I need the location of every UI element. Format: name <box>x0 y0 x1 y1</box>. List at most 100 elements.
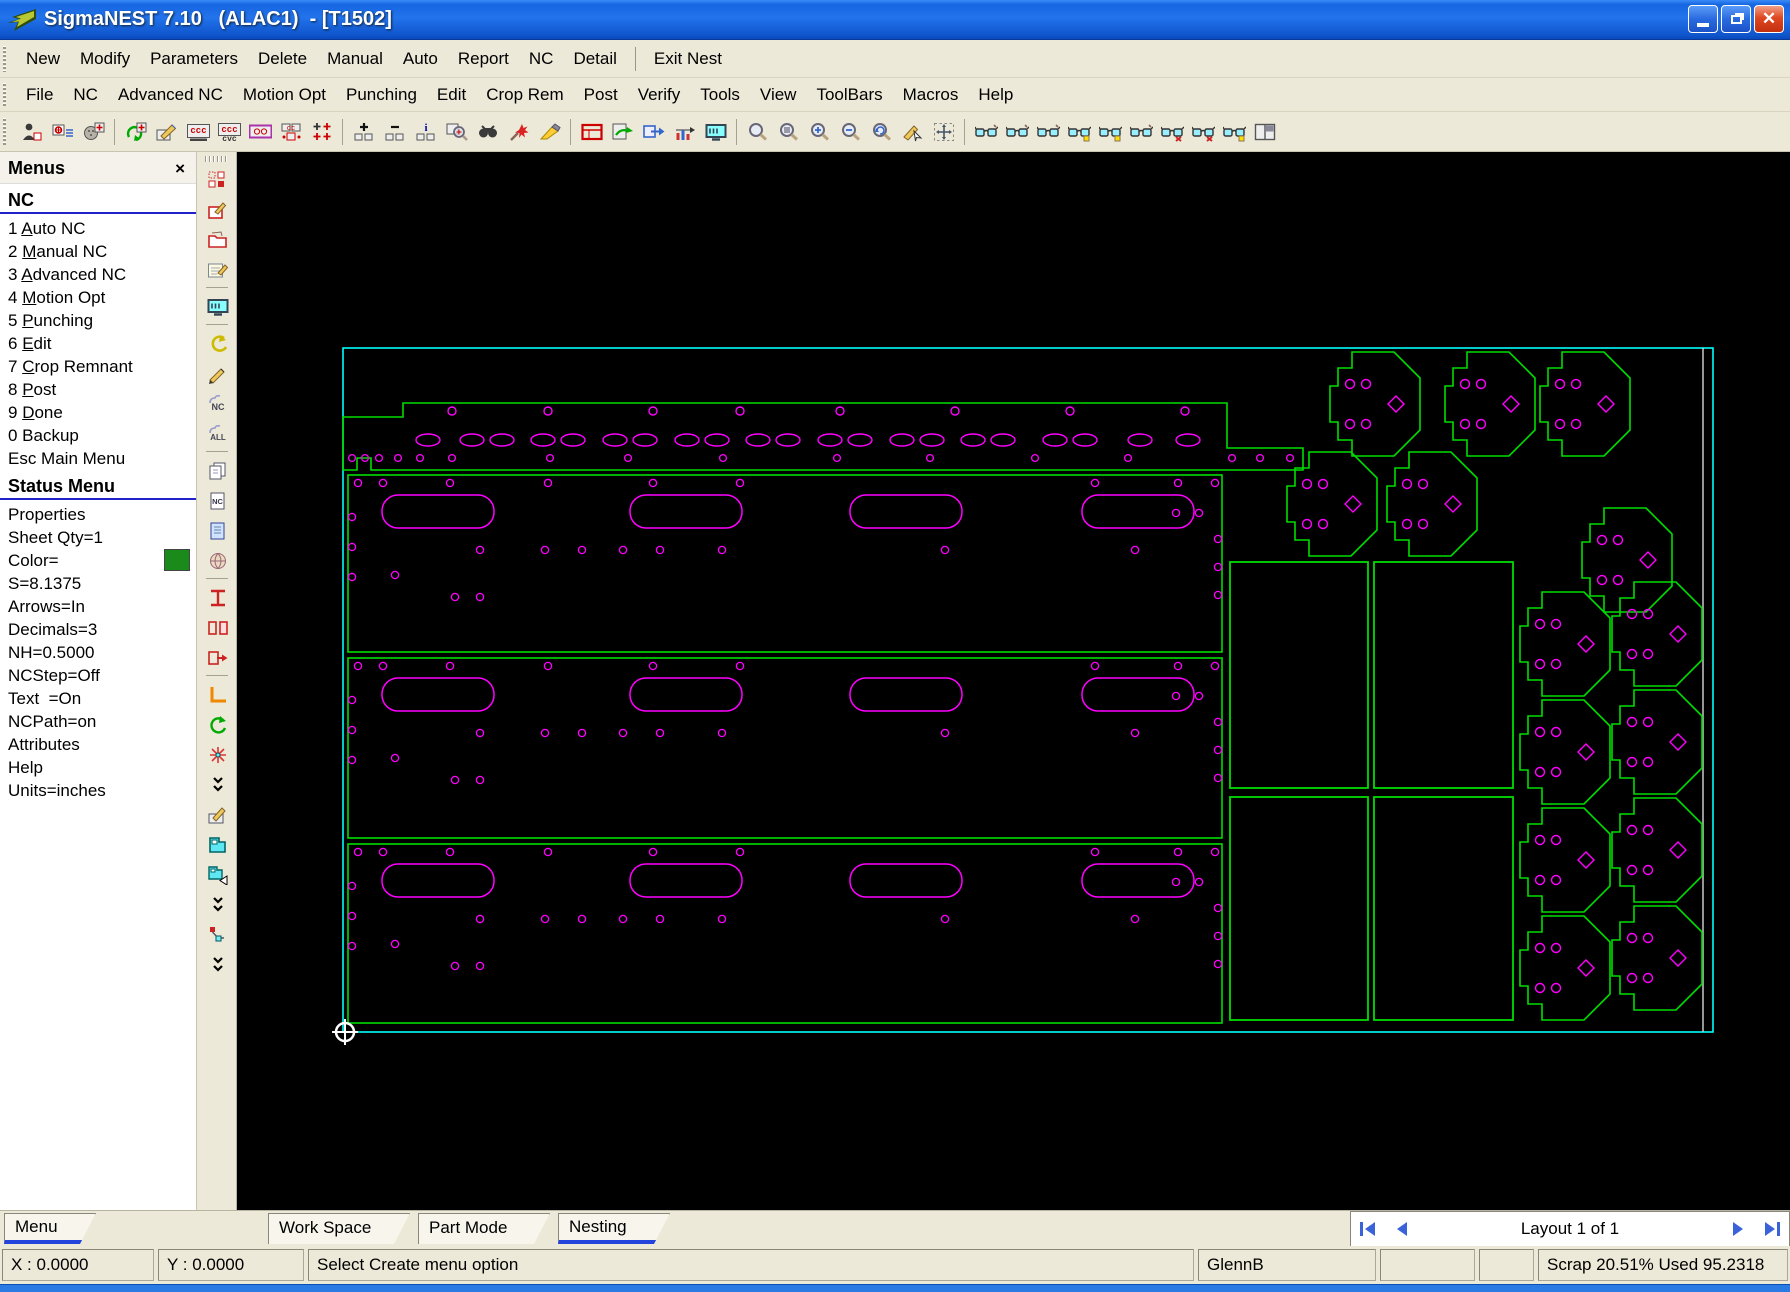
menu-item-toolbars[interactable]: ToolBars <box>806 82 892 107</box>
menu-item-advanced-nc[interactable]: Advanced NC <box>108 82 233 107</box>
menu-option-ncpath-on[interactable]: NCPath=on <box>0 710 196 733</box>
edit-red-box-button[interactable] <box>203 196 231 222</box>
cc-grid-button[interactable]: cc <box>276 118 305 145</box>
zoom-in-button[interactable] <box>805 118 834 145</box>
menu-option-s-8-1375[interactable]: S=8.1375 <box>0 572 196 595</box>
ccc-sheet-1-button[interactable]: ccc <box>183 118 212 145</box>
menu-option-3-advanced-nc[interactable]: 3 Advanced NC <box>0 263 196 286</box>
menu-option-4-motion-opt[interactable]: 4 Motion Opt <box>0 286 196 309</box>
menu-option-esc-main-menu[interactable]: Esc Main Menu <box>0 447 196 470</box>
previous-layout-button[interactable] <box>1385 1216 1419 1242</box>
view-nest-2-button[interactable] <box>1002 118 1031 145</box>
view-nest-5-button[interactable] <box>1095 118 1124 145</box>
menu-option-ncstep-off[interactable]: NCStep=Off <box>0 664 196 687</box>
menu-option-properties[interactable]: Properties <box>0 503 196 526</box>
fit-view-button[interactable] <box>929 118 958 145</box>
menu-item-motion-opt[interactable]: Motion Opt <box>233 82 336 107</box>
menu-option-help[interactable]: Help <box>0 756 196 779</box>
tab-work-space[interactable]: Work Space <box>268 1213 410 1244</box>
zoom-part-button[interactable] <box>442 118 471 145</box>
more-chevron-1-button[interactable] <box>203 771 231 797</box>
orange-corner-button[interactable] <box>203 681 231 707</box>
menu-option-1-auto-nc[interactable]: 1 Auto NC <box>0 217 196 240</box>
node-tool-button[interactable] <box>203 921 231 947</box>
monitor-button[interactable] <box>701 118 730 145</box>
view-nest-4-button[interactable] <box>1064 118 1093 145</box>
ccc-sheet-2-button[interactable]: ccc cvc <box>214 118 243 145</box>
bar-chart-button[interactable] <box>670 118 699 145</box>
add-item-button[interactable] <box>349 118 378 145</box>
menu-item-macros[interactable]: Macros <box>893 82 969 107</box>
menu-item-crop-rem[interactable]: Crop Rem <box>476 82 573 107</box>
first-layout-button[interactable] <box>1351 1216 1385 1242</box>
sheet-arrow-button[interactable] <box>608 118 637 145</box>
menu-item-report[interactable]: Report <box>448 46 519 71</box>
tab-menu[interactable]: Menu <box>4 1213 96 1244</box>
remove-item-button[interactable] <box>380 118 409 145</box>
menu-option-8-post[interactable]: 8 Post <box>0 378 196 401</box>
item-info-button[interactable]: i <box>411 118 440 145</box>
view-nest-9-button[interactable] <box>1219 118 1248 145</box>
blue-doc-button[interactable] <box>203 517 231 543</box>
menu-item-nc[interactable]: NC <box>63 82 108 107</box>
red-beam-button[interactable] <box>203 584 231 610</box>
menu-item-detail[interactable]: Detail <box>563 46 626 71</box>
close-button[interactable]: ✕ <box>1754 5 1784 33</box>
menu-item-delete[interactable]: Delete <box>248 46 317 71</box>
menu-option-text-on[interactable]: Text =On <box>0 687 196 710</box>
more-chevron-3-button[interactable] <box>203 951 231 977</box>
zoom-button[interactable] <box>743 118 772 145</box>
spark-tool-button[interactable] <box>504 118 533 145</box>
menu-option-units-inches[interactable]: Units=inches <box>0 779 196 802</box>
red-burst-button[interactable] <box>203 741 231 767</box>
cyan-part-arrow-button[interactable] <box>203 861 231 887</box>
green-rotate-button[interactable] <box>203 711 231 737</box>
import-person-button[interactable] <box>17 118 46 145</box>
menu-option-decimals-3[interactable]: Decimals=3 <box>0 618 196 641</box>
more-chevron-2-button[interactable] <box>203 891 231 917</box>
menu-item-parameters[interactable]: Parameters <box>140 46 248 71</box>
sphere-add-button[interactable] <box>79 118 108 145</box>
note-edit-button[interactable] <box>203 256 231 282</box>
part-list-button[interactable] <box>48 118 77 145</box>
red-pair-button[interactable] <box>203 614 231 640</box>
yellow-pencil-button[interactable] <box>203 360 231 386</box>
restore-button[interactable] <box>1721 5 1751 33</box>
menu-item-manual[interactable]: Manual <box>317 46 393 71</box>
yellow-return-button[interactable] <box>203 330 231 356</box>
menu-item-verify[interactable]: Verify <box>628 82 691 107</box>
export-box-button[interactable] <box>639 118 668 145</box>
nc-cloud-button[interactable]: NC <box>203 390 231 416</box>
menu-item-modify[interactable]: Modify <box>70 46 140 71</box>
nc-doc-button[interactable]: NC <box>203 487 231 513</box>
close-panel-icon[interactable]: × <box>172 159 188 179</box>
zoom-window-button[interactable] <box>774 118 803 145</box>
table-tool-button[interactable] <box>577 118 606 145</box>
copy-stack-button[interactable] <box>203 457 231 483</box>
next-layout-button[interactable] <box>1721 1216 1755 1242</box>
menu-item-post[interactable]: Post <box>574 82 628 107</box>
menu-option-6-edit[interactable]: 6 Edit <box>0 332 196 355</box>
return-part-button[interactable] <box>121 118 150 145</box>
last-layout-button[interactable] <box>1755 1216 1789 1242</box>
menu-item-file[interactable]: File <box>16 82 63 107</box>
view-nest-1-button[interactable] <box>971 118 1000 145</box>
nesting-canvas[interactable] <box>237 152 1790 1210</box>
menu-item-new[interactable]: New <box>16 46 70 71</box>
menu-option-arrows-in[interactable]: Arrows=In <box>0 595 196 618</box>
red-export-button[interactable] <box>203 644 231 670</box>
minimize-button[interactable] <box>1688 5 1718 33</box>
oo-box-button[interactable] <box>245 118 274 145</box>
verify-pencil-button[interactable] <box>898 118 927 145</box>
menu-item-tools[interactable]: Tools <box>690 82 750 107</box>
punch-cross-button[interactable] <box>307 118 336 145</box>
tab-part-mode[interactable]: Part Mode <box>418 1213 550 1244</box>
menu-option-0-backup[interactable]: 0 Backup <box>0 424 196 447</box>
menu-item-punching[interactable]: Punching <box>336 82 427 107</box>
menu-option-nh-0-5000[interactable]: NH=0.5000 <box>0 641 196 664</box>
zoom-previous-button[interactable] <box>867 118 896 145</box>
menu-option-2-manual-nc[interactable]: 2 Manual NC <box>0 240 196 263</box>
all-cloud-button[interactable]: ALL <box>203 420 231 446</box>
cyan-part-button[interactable] <box>203 831 231 857</box>
red-grid-button[interactable] <box>203 166 231 192</box>
